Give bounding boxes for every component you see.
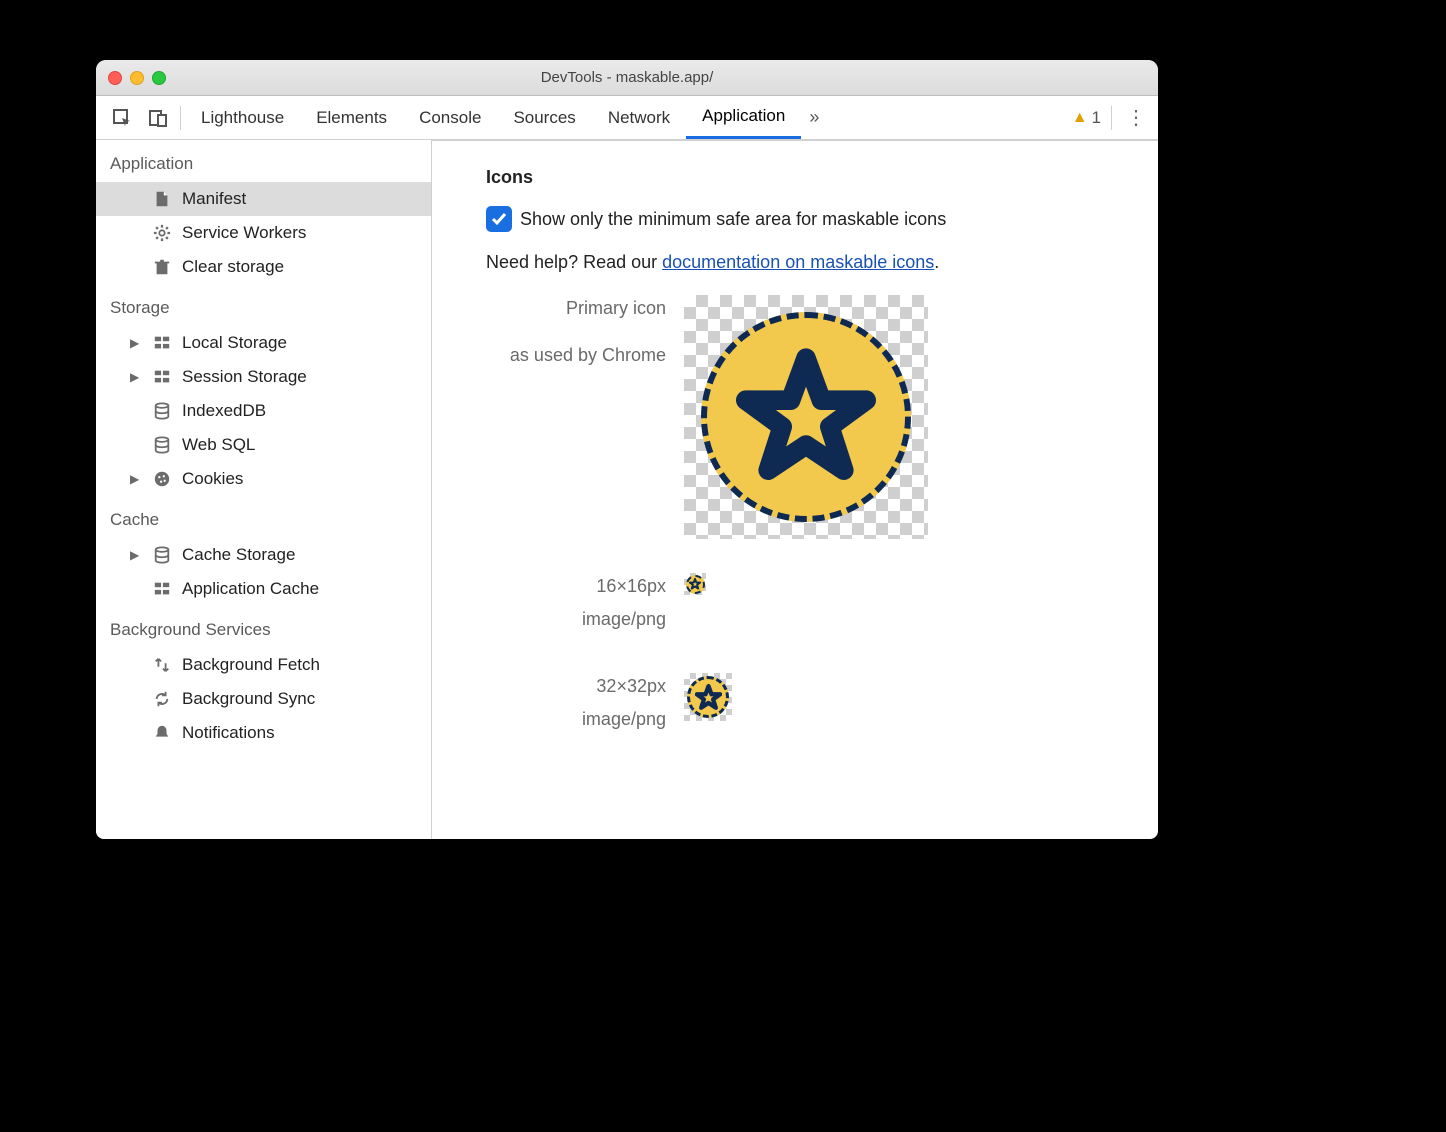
db-icon xyxy=(152,402,172,420)
primary-icon-label: Primary icon as used by Chrome xyxy=(486,295,666,369)
grid-icon xyxy=(152,334,172,352)
tab-network[interactable]: Network xyxy=(592,96,686,139)
devtools-window: DevTools - maskable.app/ LighthouseEleme… xyxy=(96,60,1158,839)
warning-count: 1 xyxy=(1092,108,1101,128)
sidebar-item-label: IndexedDB xyxy=(182,401,266,421)
expand-arrow-icon: ▶ xyxy=(130,548,142,562)
checkbox-label: Show only the minimum safe area for mask… xyxy=(520,209,946,230)
grid-icon xyxy=(152,580,172,598)
device-toolbar-icon[interactable] xyxy=(140,108,176,128)
tab-application[interactable]: Application xyxy=(686,96,801,139)
expand-arrow-icon: ▶ xyxy=(130,370,142,384)
devtools-toolbar: LighthouseElementsConsoleSourcesNetworkA… xyxy=(96,96,1158,140)
sidebar-item-web-sql[interactable]: Web SQL xyxy=(96,428,431,462)
sidebar-item-cache-storage[interactable]: ▶ Cache Storage xyxy=(96,538,431,572)
expand-arrow-icon: ▶ xyxy=(130,336,142,350)
window-close-button[interactable] xyxy=(108,71,122,85)
sidebar-item-manifest[interactable]: Manifest xyxy=(96,182,431,216)
sidebar-item-indexeddb[interactable]: IndexedDB xyxy=(96,394,431,428)
sidebar-item-local-storage[interactable]: ▶ Local Storage xyxy=(96,326,431,360)
section-heading: Icons xyxy=(486,167,1158,188)
window-minimize-button[interactable] xyxy=(130,71,144,85)
toolbar-separator xyxy=(1111,106,1112,130)
bell-icon xyxy=(152,724,172,742)
sidebar-item-notifications[interactable]: Notifications xyxy=(96,716,431,750)
cookie-icon xyxy=(152,470,172,488)
sidebar-item-application-cache[interactable]: Application Cache xyxy=(96,572,431,606)
file-icon xyxy=(152,190,172,208)
inspect-element-icon[interactable] xyxy=(104,108,140,128)
icon-preview xyxy=(684,673,732,721)
sync-icon xyxy=(152,690,172,708)
primary-icon-preview xyxy=(684,295,928,539)
warning-icon: ▲ xyxy=(1072,109,1088,127)
sidebar-item-label: Cache Storage xyxy=(182,545,295,565)
icon-preview xyxy=(684,573,706,595)
grid-icon xyxy=(152,368,172,386)
sidebar-item-label: Service Workers xyxy=(182,223,306,243)
tab-console[interactable]: Console xyxy=(403,96,497,139)
sidebar-item-background-sync[interactable]: Background Sync xyxy=(96,682,431,716)
sidebar-item-label: Web SQL xyxy=(182,435,255,455)
sidebar-item-label: Local Storage xyxy=(182,333,287,353)
icon-size-label: 16×16pximage/png xyxy=(486,573,666,639)
icon-size-label: 32×32pximage/png xyxy=(486,673,666,739)
sidebar-item-cookies[interactable]: ▶ Cookies xyxy=(96,462,431,496)
documentation-link[interactable]: documentation on maskable icons xyxy=(662,252,934,272)
db-icon xyxy=(152,436,172,454)
help-text: Need help? Read our documentation on mas… xyxy=(486,252,1158,273)
toolbar-separator xyxy=(180,106,181,130)
sidebar-item-label: Background Sync xyxy=(182,689,315,709)
sidebar-item-label: Application Cache xyxy=(182,579,319,599)
gear-icon xyxy=(152,224,172,242)
fetch-icon xyxy=(152,656,172,674)
application-sidebar: Application Manifest Service Workers Clear … xyxy=(96,140,432,839)
sidebar-group-application: Application xyxy=(96,140,431,182)
window-zoom-button[interactable] xyxy=(152,71,166,85)
manifest-panel: Icons Show only the minimum safe area fo… xyxy=(432,140,1158,839)
sidebar-item-label: Session Storage xyxy=(182,367,307,387)
tab-elements[interactable]: Elements xyxy=(300,96,403,139)
sidebar-group-cache: Cache xyxy=(96,496,431,538)
tab-lighthouse[interactable]: Lighthouse xyxy=(185,96,300,139)
sidebar-group-storage: Storage xyxy=(96,284,431,326)
window-title: DevTools - maskable.app/ xyxy=(96,69,1158,86)
expand-arrow-icon: ▶ xyxy=(130,472,142,486)
sidebar-item-label: Background Fetch xyxy=(182,655,320,675)
sidebar-item-service-workers[interactable]: Service Workers xyxy=(96,216,431,250)
sidebar-item-label: Notifications xyxy=(182,723,275,743)
safe-area-checkbox[interactable] xyxy=(486,206,512,232)
sidebar-item-label: Clear storage xyxy=(182,257,284,277)
sidebar-item-session-storage[interactable]: ▶ Session Storage xyxy=(96,360,431,394)
more-tabs-icon[interactable]: » xyxy=(809,107,819,128)
sidebar-item-label: Cookies xyxy=(182,469,243,489)
sidebar-group-background-services: Background Services xyxy=(96,606,431,648)
settings-menu-icon[interactable]: ⋮ xyxy=(1114,105,1158,130)
sidebar-item-background-fetch[interactable]: Background Fetch xyxy=(96,648,431,682)
tab-sources[interactable]: Sources xyxy=(497,96,591,139)
titlebar: DevTools - maskable.app/ xyxy=(96,60,1158,96)
sidebar-item-clear-storage[interactable]: Clear storage xyxy=(96,250,431,284)
db-icon xyxy=(152,546,172,564)
trash-icon xyxy=(152,258,172,276)
warnings-badge[interactable]: ▲ 1 xyxy=(1072,108,1101,128)
sidebar-item-label: Manifest xyxy=(182,189,246,209)
